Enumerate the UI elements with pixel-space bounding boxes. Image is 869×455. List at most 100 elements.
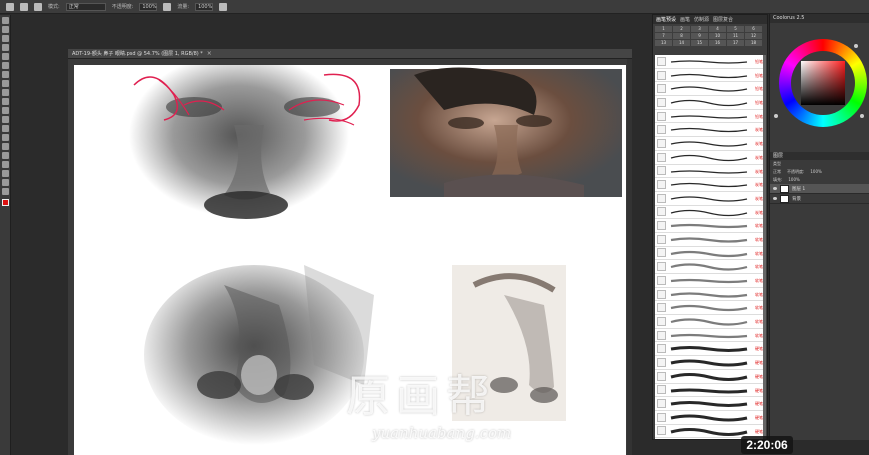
brush-category-tab[interactable]: 6	[745, 26, 762, 32]
move-tool-icon[interactable]	[1, 17, 9, 24]
brush-preset-row[interactable]: 铅笔	[655, 82, 765, 97]
brush-category-tab[interactable]: 9	[691, 33, 708, 39]
brush-preset-row[interactable]: 软笔	[655, 288, 765, 302]
blend-mode-select[interactable]: 正常	[773, 168, 781, 176]
brush-preset-row[interactable]: 硬笔	[655, 384, 765, 398]
brush-preset-row[interactable]: 铅笔	[655, 110, 765, 124]
foreground-color-swatch[interactable]	[1, 199, 9, 206]
swatch-dot-icon[interactable]	[860, 114, 864, 118]
brush-preset-row[interactable]: 硬笔	[655, 411, 765, 425]
brush-category-tab[interactable]: 7	[655, 33, 672, 39]
layer-fill-value[interactable]: 100%	[788, 176, 799, 184]
pressure-opacity-icon[interactable]	[163, 2, 172, 11]
mode-select[interactable]: 正常	[65, 2, 106, 11]
brush-category-tab[interactable]: 11	[727, 33, 744, 39]
tab-brush[interactable]: 画笔	[680, 16, 690, 23]
brush-preset-row[interactable]: 铅笔	[655, 96, 765, 110]
brush-category-tab[interactable]: 16	[709, 40, 726, 46]
swatch-dot-icon[interactable]	[854, 44, 858, 48]
brush-preset-row[interactable]: 铅笔	[655, 55, 765, 69]
gradient-tool-icon[interactable]	[1, 116, 9, 123]
zoom-tool-icon[interactable]	[1, 188, 9, 195]
blur-tool-icon[interactable]	[1, 125, 9, 132]
brush-category-tab[interactable]: 17	[727, 40, 744, 46]
saturation-value-square[interactable]	[801, 61, 845, 105]
brush-category-tab[interactable]: 1	[655, 26, 672, 32]
brush-category-tab[interactable]: 14	[673, 40, 690, 46]
close-icon[interactable]: ×	[207, 50, 212, 57]
marquee-tool-icon[interactable]	[1, 26, 9, 33]
brush-preset-row[interactable]: 炭笔	[655, 123, 765, 138]
brush-category-tab[interactable]: 3	[691, 26, 708, 32]
quick-select-tool-icon[interactable]	[1, 44, 9, 51]
layer-row[interactable]: 图层 1	[770, 184, 869, 194]
brush-preset-row[interactable]: 炭笔	[655, 151, 765, 165]
brush-preset-row[interactable]: 炭笔	[655, 137, 765, 151]
pen-tool-icon[interactable]	[1, 143, 9, 150]
brush-category-tab[interactable]: 4	[709, 26, 726, 32]
opacity-field[interactable]: 100%	[139, 2, 158, 11]
brush-preset-row[interactable]: 软笔	[655, 315, 765, 329]
brush-preset-row[interactable]: 软笔	[655, 301, 765, 316]
shape-tool-icon[interactable]	[1, 170, 9, 177]
stamp-tool-icon[interactable]	[1, 89, 9, 96]
color-wheel[interactable]	[779, 39, 867, 127]
brush-category-tab[interactable]: 5	[727, 26, 744, 32]
brush-tag-label: 铅笔	[755, 113, 763, 119]
brush-category-tab[interactable]: 15	[691, 40, 708, 46]
brush-preset-row[interactable]: 硬笔	[655, 397, 765, 411]
brush-preset-row[interactable]: 软笔	[655, 247, 765, 261]
brush-category-tab[interactable]: 18	[745, 40, 762, 46]
layer-row[interactable]: 背景	[770, 194, 869, 204]
brush-preset-row[interactable]: 硬笔	[655, 370, 765, 384]
brush-preset-row[interactable]: 硬笔	[655, 356, 765, 370]
brush-tool-icon[interactable]	[6, 2, 14, 11]
history-brush-tool-icon[interactable]	[1, 98, 9, 105]
brush-preset-row[interactable]: 炭笔	[655, 178, 765, 192]
brush-preset-row[interactable]: 软笔	[655, 233, 765, 247]
brush-preset-row[interactable]: 软笔	[655, 260, 765, 274]
brush-preset-row[interactable]: 铅笔	[655, 69, 765, 83]
brush-preset-picker-icon[interactable]	[20, 2, 28, 11]
brush-preset-row[interactable]: 软笔	[655, 274, 765, 288]
brush-tag-label: 软笔	[755, 332, 763, 338]
crop-tool-icon[interactable]	[1, 53, 9, 60]
brush-preset-row[interactable]: 炭笔	[655, 165, 765, 179]
brush-thumbnail-icon	[657, 357, 666, 367]
brush-preset-row[interactable]: 软笔	[655, 329, 765, 343]
type-tool-icon[interactable]	[1, 152, 9, 159]
brush-category-tab[interactable]: 2	[673, 26, 690, 32]
visibility-eye-icon[interactable]	[773, 197, 777, 200]
brush-category-tab[interactable]: 12	[745, 33, 762, 39]
brush-category-tab[interactable]: 8	[673, 33, 690, 39]
brush-list-scrollbar[interactable]	[763, 55, 766, 439]
brush-tag-label: 软笔	[755, 264, 763, 270]
healing-tool-icon[interactable]	[1, 71, 9, 78]
flow-field[interactable]: 100%	[195, 2, 214, 11]
brush-preset-row[interactable]: 硬笔	[655, 342, 765, 357]
layer-opacity-value[interactable]: 100%	[810, 168, 821, 176]
hand-tool-icon[interactable]	[1, 179, 9, 186]
document-tab[interactable]: ADT-19-额头 鼻子 眼睛.psd @ 54.7% (图层 1, RGB/8…	[68, 49, 632, 59]
brush-category-tab[interactable]: 10	[709, 33, 726, 39]
swatch-dot-icon[interactable]	[774, 114, 778, 118]
visibility-eye-icon[interactable]	[773, 187, 777, 190]
document-scrollbar[interactable]	[627, 59, 632, 455]
brush-preset-row[interactable]: 软笔	[655, 219, 765, 233]
brush-category-tab[interactable]: 13	[655, 40, 672, 46]
toggle-brush-panel-icon[interactable]	[34, 2, 42, 11]
brush-preset-row[interactable]: 炭笔	[655, 206, 765, 220]
layer-kind-filter[interactable]: 类型	[770, 160, 869, 168]
layers-panel: 图层 类型 正常 不透明度: 100% 填充: 100% 图层 1 背景	[769, 152, 869, 440]
lasso-tool-icon[interactable]	[1, 35, 9, 42]
eyedropper-tool-icon[interactable]	[1, 62, 9, 69]
path-select-tool-icon[interactable]	[1, 161, 9, 168]
eraser-tool-icon[interactable]	[1, 107, 9, 114]
tab-clone-source[interactable]: 仿制源	[694, 16, 709, 23]
brush-tool-icon[interactable]	[1, 80, 9, 87]
brush-preset-row[interactable]: 炭笔	[655, 192, 765, 206]
tab-layer-comps[interactable]: 图层复合	[713, 16, 733, 23]
dodge-tool-icon[interactable]	[1, 134, 9, 141]
tab-brush-presets[interactable]: 画笔预设	[656, 16, 676, 23]
airbrush-icon[interactable]	[219, 2, 228, 11]
